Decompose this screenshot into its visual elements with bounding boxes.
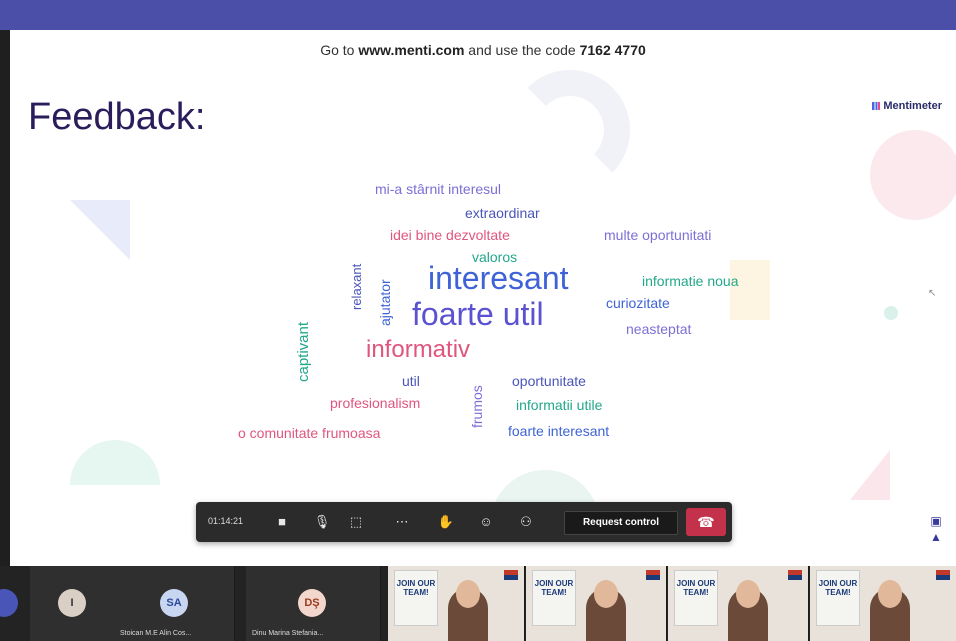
menti-code: 7162 4770 <box>579 42 646 58</box>
word-cloud-item: profesionalism <box>330 395 421 411</box>
more-icon[interactable]: ⋯ <box>392 512 412 532</box>
video-tile[interactable]: JOIN OUR TEAM! <box>810 566 956 641</box>
word-cloud-item: multe oportunitati <box>604 227 712 243</box>
person-head <box>736 580 760 608</box>
word-cloud-item: informativ <box>366 336 471 363</box>
video-tile[interactable]: JOIN OUR TEAM! <box>668 566 809 641</box>
person-head <box>456 580 480 608</box>
word-cloud-item: foarte util <box>412 296 544 332</box>
avatar: I <box>58 589 86 617</box>
person-head <box>594 580 618 608</box>
camera-icon[interactable]: ■ <box>272 512 292 532</box>
top-bar <box>0 0 956 30</box>
flag-icon <box>504 570 518 580</box>
share-screen-icon[interactable]: ⬚ <box>346 512 366 532</box>
participant-tile[interactable]: SA Stoican M.E Alin Cos... <box>114 566 235 641</box>
join-our-team-poster: JOIN OUR TEAM! <box>394 570 438 626</box>
avatar: SA <box>160 589 188 617</box>
raise-hand-icon[interactable]: ✋ <box>436 512 456 532</box>
word-cloud-item: mi-a stârnit interesul <box>375 181 502 197</box>
join-our-team-poster: JOIN OUR TEAM! <box>816 570 860 626</box>
mentimeter-logo-text: Mentimeter <box>883 100 942 112</box>
menti-prefix: Go to <box>320 42 359 58</box>
menti-site: www.menti.com <box>358 42 465 58</box>
video-tile[interactable]: JOIN OUR TEAM! <box>388 566 525 641</box>
mentimeter-bars-icon <box>872 102 881 111</box>
word-cloud-item: captivant <box>295 321 312 382</box>
join-our-team-poster: JOIN OUR TEAM! <box>674 570 718 626</box>
call-control-bar: 01:14:21 ■ 🎙 ⬚ ⋯ ✋ ☺ ⚇ Request control ☎ <box>196 502 732 542</box>
chat-icon[interactable]: ▣ <box>929 514 943 528</box>
word-cloud-item: neasteptat <box>626 321 692 337</box>
word-cloud-item: extraordinar <box>465 205 540 221</box>
menti-instructions: Go to www.menti.com and use the code 716… <box>10 42 956 58</box>
word-cloud-item: relaxant <box>349 263 364 310</box>
deco-semicircle <box>70 440 160 485</box>
side-icons: ▣ ▲ <box>926 512 946 546</box>
word-cloud-item: frumos <box>469 385 485 428</box>
participant-name: Dinu Marina Stefania... <box>252 630 324 637</box>
mentimeter-logo: Mentimeter <box>872 100 942 112</box>
word-cloud-item: ajutator <box>377 279 393 326</box>
video-tile[interactable]: JOIN OUR TEAM! <box>526 566 667 641</box>
hang-up-icon: ☎ <box>697 514 715 530</box>
request-control-button[interactable]: Request control <box>564 511 678 535</box>
flag-icon <box>646 570 660 580</box>
participant-tile[interactable]: DŞ Dinu Marina Stefania... <box>246 566 381 641</box>
participant-avatar-edge[interactable]: ​ <box>0 589 18 617</box>
word-cloud-item: informatii utile <box>516 397 603 413</box>
word-cloud-item: interesant <box>428 260 569 296</box>
participant-tile[interactable]: I <box>30 566 115 641</box>
deco-circle-right <box>870 130 956 220</box>
word-cloud-item: idei bine dezvoltate <box>390 227 510 243</box>
word-cloud-item: util <box>402 373 420 389</box>
deco-arc <box>510 70 630 190</box>
deco-triangle <box>70 200 130 260</box>
call-timer: 01:14:21 <box>208 516 244 526</box>
person-head <box>878 580 902 608</box>
deco-dot <box>884 306 898 320</box>
participant-strip: ​ I SA Stoican M.E Alin Cos... DŞ Dinu M… <box>0 566 956 641</box>
avatar: DŞ <box>298 589 326 617</box>
mouse-cursor-icon: ↖ <box>928 288 937 299</box>
word-cloud-item: informatie noua <box>642 273 739 289</box>
microphone-icon[interactable]: 🎙 <box>312 512 332 532</box>
flag-icon <box>788 570 802 580</box>
slide-title: Feedback: <box>28 96 206 138</box>
participants-icon[interactable]: ⚇ <box>516 512 536 532</box>
flag-icon <box>936 570 950 580</box>
shared-slide: Go to www.menti.com and use the code 716… <box>10 30 956 566</box>
menti-middle: and use the code <box>464 42 580 58</box>
hang-up-button[interactable]: ☎ <box>686 508 726 536</box>
word-cloud-item: oportunitate <box>512 373 586 389</box>
word-cloud-item: curiozitate <box>606 295 670 311</box>
person-icon[interactable]: ▲ <box>929 530 943 544</box>
deco-square <box>730 260 770 320</box>
word-cloud-item: foarte interesant <box>508 423 610 439</box>
join-our-team-poster: JOIN OUR TEAM! <box>532 570 576 626</box>
deco-triangle-right <box>850 450 890 500</box>
reactions-icon[interactable]: ☺ <box>476 512 496 532</box>
word-cloud-item: o comunitate frumoasa <box>238 425 381 441</box>
participant-name: Stoican M.E Alin Cos... <box>120 630 192 637</box>
